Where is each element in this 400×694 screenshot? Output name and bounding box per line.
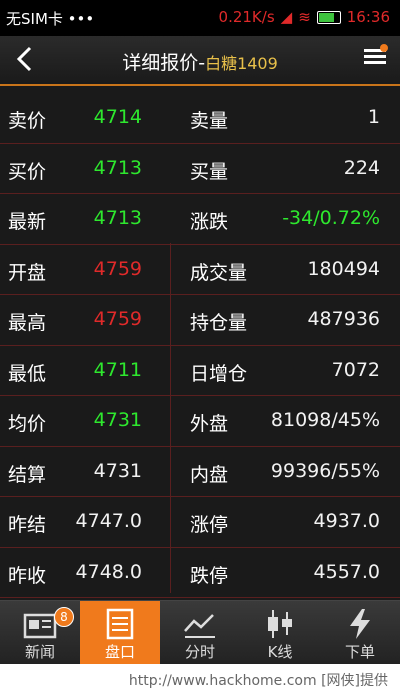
- field-value: -34/0.72%: [282, 207, 380, 229]
- quote-row: 均价 4731 外盘 81098/45%: [0, 396, 400, 447]
- news-icon: [22, 607, 58, 641]
- status-right: 0.21K/s ◢ ≋ 16:36: [219, 8, 390, 26]
- tab-time-chart[interactable]: 分时: [160, 601, 240, 665]
- notification-dot: [380, 44, 388, 52]
- field-label: 涨跌: [190, 211, 229, 233]
- tab-news[interactable]: 8 新闻: [0, 601, 80, 665]
- page-title: 详细报价-白糖1409: [0, 48, 400, 75]
- order-book-icon: [102, 607, 138, 641]
- title-text: 详细报价: [122, 52, 199, 74]
- quote-row: 最低 4711 日增仓 7072: [0, 346, 400, 396]
- field-label: 成交量: [190, 261, 248, 284]
- contract-symbol: 白糖1409: [205, 54, 278, 73]
- field-label: 结算: [8, 463, 47, 486]
- field-label: 昨结: [8, 514, 47, 536]
- field-value: 487936: [307, 308, 380, 330]
- clock: 16:36: [346, 8, 390, 26]
- field-label: 最低: [8, 362, 47, 385]
- menu-button[interactable]: [360, 44, 388, 70]
- field-label: 卖量: [190, 110, 229, 132]
- quote-table: 卖价 4714 卖量 1 买价 4713 买量 224 最新 4713 涨跌 -34/0.72% 开盘 4…: [0, 93, 400, 598]
- field-value: 4747.0: [75, 510, 142, 532]
- quote-row: 开盘 4759 成交量 180494: [0, 245, 400, 295]
- watermark-text: http://www.hackhome.com [网侠]提供: [128, 673, 388, 689]
- field-value: 4731: [93, 459, 142, 482]
- field-value: 224: [343, 156, 380, 179]
- news-count-badge: 8: [54, 607, 74, 627]
- field-label: 买量: [190, 160, 229, 183]
- field-value: 7072: [331, 358, 380, 381]
- quote-row: 最新 4713 涨跌 -34/0.72%: [0, 194, 400, 245]
- quote-row: 结算 4731 内盘 99396/55%: [0, 447, 400, 497]
- field-value: 4711: [93, 358, 142, 381]
- app-header: 详细报价-白糖1409: [0, 36, 400, 86]
- menu-icon-bar: [364, 55, 386, 58]
- tab-label: 盘口: [104, 643, 135, 661]
- field-value: 4759: [93, 257, 142, 280]
- bottom-tab-bar: 8 新闻 盘口 分时 K线 下单: [0, 600, 400, 665]
- field-value: 4937.0: [313, 510, 380, 532]
- field-label: 卖价: [8, 110, 47, 132]
- field-label: 均价: [8, 413, 47, 435]
- tab-label: 新闻: [24, 643, 55, 661]
- quote-row: 买价 4713 买量 224: [0, 144, 400, 194]
- field-value: 99396/55%: [270, 459, 380, 482]
- time-chart-icon: [182, 607, 218, 641]
- quote-row: 昨收 4748.0 跌停 4557.0: [0, 548, 400, 598]
- field-value: 4748.0: [75, 560, 142, 583]
- column-divider: [170, 243, 171, 593]
- status-bar: 无SIM卡 ••• 0.21K/s ◢ ≋ 16:36: [0, 0, 400, 36]
- field-label: 日增仓: [190, 362, 248, 385]
- quote-row: 最高 4759 持仓量 487936: [0, 295, 400, 346]
- tab-label: K线: [267, 643, 293, 661]
- network-speed: 0.21K/s: [218, 8, 275, 26]
- quote-row: 昨结 4747.0 涨停 4937.0: [0, 497, 400, 548]
- field-value: 4713: [93, 156, 142, 179]
- field-value: 4557.0: [313, 560, 380, 583]
- menu-icon-bar: [364, 61, 386, 64]
- field-label: 持仓量: [190, 312, 248, 334]
- tab-k-line[interactable]: K线: [240, 601, 320, 665]
- field-value: 4714: [93, 106, 142, 128]
- field-value: 81098/45%: [270, 409, 380, 431]
- field-label: 开盘: [8, 261, 47, 284]
- carrier-label: 无SIM卡 •••: [6, 10, 95, 28]
- field-value: 4759: [93, 308, 142, 330]
- field-value: 4731: [93, 409, 142, 431]
- field-label: 买价: [8, 160, 47, 183]
- signal-icon: ◢: [280, 8, 293, 26]
- tab-order-book[interactable]: 盘口: [80, 601, 160, 665]
- tab-label: 分时: [184, 643, 215, 661]
- field-value: 180494: [307, 257, 380, 280]
- field-label: 外盘: [190, 413, 229, 435]
- field-label: 涨停: [190, 514, 229, 536]
- tab-place-order[interactable]: 下单: [320, 601, 400, 665]
- field-value: 4713: [93, 207, 142, 229]
- watermark-footer: http://www.hackhome.com [网侠]提供: [0, 664, 400, 694]
- tab-label: 下单: [344, 643, 375, 661]
- battery-icon: [316, 10, 341, 24]
- field-label: 最新: [8, 211, 47, 233]
- wifi-icon: ≋: [298, 8, 311, 26]
- field-label: 跌停: [190, 564, 229, 587]
- quote-row: 卖价 4714 卖量 1: [0, 93, 400, 144]
- lightning-icon: [342, 607, 378, 641]
- field-label: 内盘: [190, 463, 229, 486]
- field-value: 1: [367, 106, 380, 128]
- field-label: 最高: [8, 312, 47, 334]
- field-label: 昨收: [8, 564, 47, 587]
- candlestick-icon: [262, 607, 298, 641]
